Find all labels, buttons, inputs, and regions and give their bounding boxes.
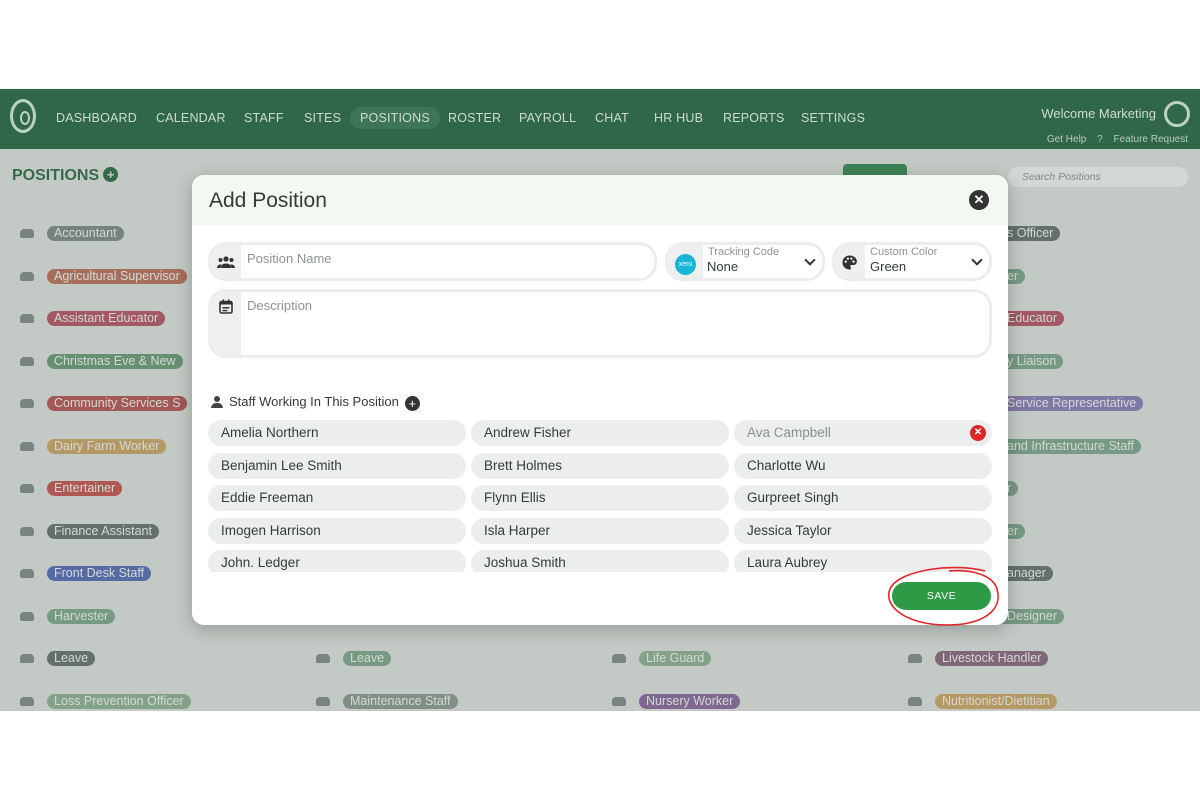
staff-name: Imogen Harrison (221, 522, 321, 538)
staff-name: Amelia Northern (221, 425, 319, 440)
staff-chip[interactable]: Flynn Ellis (471, 485, 729, 511)
chevron-down-icon (971, 254, 983, 266)
people-icon (217, 256, 235, 268)
staff-chip[interactable]: Amelia Northern (208, 420, 466, 446)
calendar-icon (219, 299, 233, 314)
staff-chip[interactable]: Isla Harper (471, 517, 729, 544)
save-button[interactable]: SAVE (892, 582, 991, 610)
staff-name: Jessica Taylor (747, 522, 832, 538)
staff-name: Laura Aubrey (747, 555, 828, 570)
description-field[interactable]: Description (208, 289, 992, 358)
staff-name: Flynn Ellis (484, 490, 546, 505)
staff-list: Amelia Northern Andrew Fisher Ava Campbell… (208, 420, 992, 572)
staff-name: Charlotte Wu (747, 457, 826, 473)
staff-chip[interactable]: Ava Campbell ✕ (734, 420, 992, 446)
staff-chip[interactable]: Gurpreet Singh (734, 485, 992, 511)
tracking-code-label: Tracking Code (708, 246, 780, 258)
palette-icon (842, 255, 857, 270)
staff-chip[interactable]: Benjamin Lee Smith (208, 452, 466, 479)
staff-name: Brett Holmes (484, 457, 563, 473)
add-position-modal: Add Position ✕ Position Name xero Tracki… (192, 175, 1008, 625)
xero-icon: xero (675, 254, 696, 275)
staff-chip[interactable]: Jessica Taylor (734, 517, 992, 544)
modal-title: Add Position (209, 189, 327, 212)
person-icon (211, 396, 223, 408)
add-staff-icon[interactable]: + (404, 396, 420, 411)
position-name-field[interactable]: Position Name (208, 242, 657, 281)
close-icon[interactable]: ✕ (969, 190, 989, 210)
chevron-down-icon (804, 254, 816, 266)
staff-name: Eddie Freeman (221, 490, 314, 505)
staff-name: Benjamin Lee Smith (221, 457, 342, 473)
staff-heading-text: Staff Working In This Position (229, 394, 399, 409)
modal-header: Add Position ✕ (192, 175, 1008, 225)
position-name-placeholder: Position Name (247, 251, 332, 266)
staff-chip[interactable]: Brett Holmes (471, 452, 729, 479)
staff-name: Andrew Fisher (484, 425, 572, 440)
staff-name: Ava Campbell (747, 425, 831, 440)
remove-staff-icon[interactable]: ✕ (970, 425, 986, 441)
staff-chip[interactable]: Joshua Smith (471, 550, 729, 572)
tracking-code-value: None (707, 259, 739, 274)
description-placeholder: Description (247, 298, 313, 313)
staff-chip[interactable]: Imogen Harrison (208, 517, 466, 544)
custom-color-value: Green (870, 259, 907, 274)
staff-chip[interactable]: Laura Aubrey (734, 550, 992, 572)
staff-chip[interactable]: Charlotte Wu (734, 452, 992, 479)
staff-name: John. Ledger (221, 555, 300, 570)
staff-name: Joshua Smith (484, 555, 566, 570)
staff-chip[interactable]: Eddie Freeman (208, 485, 466, 511)
staff-name: Gurpreet Singh (747, 490, 839, 505)
staff-chip[interactable]: Andrew Fisher (471, 420, 729, 446)
custom-color-select[interactable]: Custom Color Green (832, 242, 992, 281)
staff-name: Isla Harper (484, 522, 551, 538)
tracking-code-select[interactable]: xero Tracking Code None (665, 242, 825, 281)
staff-section-heading: Staff Working In This Position + (211, 394, 420, 411)
custom-color-label: Custom Color (870, 246, 938, 258)
staff-chip[interactable]: John. Ledger (208, 550, 466, 572)
